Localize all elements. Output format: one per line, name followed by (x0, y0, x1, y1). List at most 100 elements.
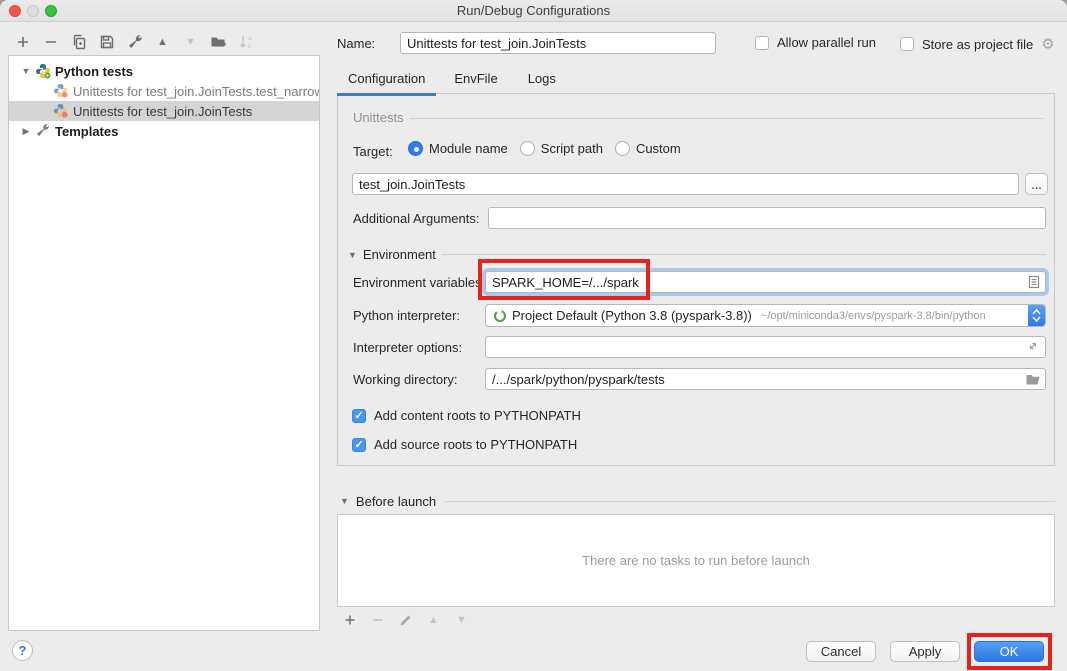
module-name-input[interactable] (352, 173, 1019, 195)
help-button[interactable]: ? (12, 640, 33, 661)
copy-configuration-icon[interactable] (70, 34, 87, 51)
environment-variables-input[interactable] (485, 271, 1046, 293)
move-down-icon (182, 34, 199, 51)
group-separator (442, 254, 1046, 255)
svg-text:z: z (248, 43, 251, 50)
configuration-panel: Unittests Target: Module name Script pat… (337, 93, 1055, 466)
target-radio-group: Module name Script path Custom (408, 141, 693, 156)
conda-environment-icon (493, 309, 507, 323)
radio-label: Script path (541, 141, 603, 156)
chevron-expanded-icon[interactable]: ▼ (21, 66, 31, 76)
group-separator (410, 118, 1044, 119)
sort-configurations-icon: a z (238, 34, 255, 51)
run-debug-configurations-dialog: Run/Debug Configurations (0, 0, 1067, 671)
radio-script-path[interactable]: Script path (520, 141, 603, 156)
add-source-roots-checkbox[interactable]: Add source roots to PYTHONPATH (352, 437, 577, 452)
apply-button[interactable]: Apply (890, 641, 960, 662)
tree-item-unittests-jointests[interactable]: Unittests for test_join.JoinTests (9, 101, 319, 121)
move-task-down-icon (453, 612, 470, 629)
tree-item-label: Templates (55, 124, 118, 139)
before-launch-empty-text: There are no tasks to run before launch (338, 553, 1054, 568)
tree-item-templates[interactable]: ▶ Templates (9, 121, 319, 141)
select-stepper-icon[interactable] (1028, 305, 1045, 326)
allow-parallel-run-label: Allow parallel run (777, 35, 876, 50)
store-as-project-file-label: Store as project file (922, 37, 1033, 52)
move-task-up-icon (425, 612, 442, 629)
allow-parallel-run-checkbox[interactable]: Allow parallel run (755, 35, 876, 50)
group-separator (445, 501, 1055, 502)
python-interpreter-select[interactable]: Project Default (Python 3.8 (pyspark-3.8… (485, 304, 1046, 327)
add-content-roots-checkbox[interactable]: Add content roots to PYTHONPATH (352, 408, 581, 423)
titlebar: Run/Debug Configurations (0, 0, 1067, 22)
interpreter-path: ~/opt/miniconda3/envs/pyspark-3.8/bin/py… (761, 310, 986, 322)
browse-folder-icon[interactable] (1026, 373, 1040, 388)
radio-unselected-icon[interactable] (520, 141, 535, 156)
svg-text:a: a (248, 35, 252, 42)
environment-section-header[interactable]: ▼ Environment (348, 247, 1046, 262)
radio-custom[interactable]: Custom (615, 141, 681, 156)
move-up-icon[interactable] (154, 34, 171, 51)
python-interpreter-label: Python interpreter: (353, 308, 460, 323)
expand-field-icon[interactable] (1027, 340, 1039, 355)
add-configuration-icon[interactable] (14, 34, 31, 51)
radio-selected-icon[interactable] (408, 141, 423, 156)
chevron-collapsed-icon[interactable]: ▶ (21, 126, 31, 137)
name-label: Name: (337, 36, 375, 51)
checkbox-unchecked-icon[interactable] (900, 37, 914, 51)
tree-item-label: Unittests for test_join.JoinTests (73, 104, 252, 119)
python-tests-icon (35, 63, 51, 79)
before-launch-label: Before launch (356, 494, 436, 509)
edit-variables-list-icon[interactable] (1028, 275, 1040, 292)
checkbox-label: Add source roots to PYTHONPATH (374, 437, 577, 452)
new-folder-icon[interactable] (210, 34, 227, 51)
radio-unselected-icon[interactable] (615, 141, 630, 156)
remove-task-icon (369, 612, 386, 629)
checkbox-label: Add content roots to PYTHONPATH (374, 408, 581, 423)
radio-label: Custom (636, 141, 681, 156)
checkbox-checked-icon[interactable] (352, 438, 366, 452)
add-task-icon[interactable] (341, 612, 358, 629)
additional-arguments-input[interactable] (488, 207, 1046, 229)
python-test-config-icon (53, 83, 69, 99)
tree-item-unittests-test-narrow[interactable]: Unittests for test_join.JoinTests.test_n… (9, 81, 319, 101)
interpreter-name: Project Default (Python 3.8 (pyspark-3.8… (512, 308, 752, 323)
name-input[interactable] (400, 32, 716, 54)
before-launch-task-list: There are no tasks to run before launch (337, 514, 1055, 607)
configurations-toolbar: a z (14, 31, 255, 53)
ok-button[interactable]: OK (974, 641, 1044, 662)
environment-variables-label: Environment variables: (353, 275, 485, 290)
tree-item-label: Python tests (55, 64, 133, 79)
environment-group-label: Environment (363, 247, 436, 262)
target-label: Target: (353, 144, 393, 159)
store-as-project-file-checkbox[interactable]: Store as project file ⚙ (900, 35, 1055, 53)
cancel-button[interactable]: Cancel (806, 641, 876, 662)
save-configuration-icon[interactable] (98, 34, 115, 51)
before-launch-toolbar (341, 611, 470, 629)
section-collapse-icon[interactable]: ▼ (348, 250, 357, 260)
radio-label: Module name (429, 141, 508, 156)
python-test-config-icon (53, 103, 69, 119)
tab-envfile[interactable]: EnvFile (443, 69, 508, 93)
remove-configuration-icon[interactable] (42, 34, 59, 51)
interpreter-options-label: Interpreter options: (353, 340, 462, 355)
browse-module-button[interactable]: ... (1025, 173, 1048, 195)
section-collapse-icon[interactable]: ▼ (340, 496, 349, 506)
working-directory-input[interactable] (485, 368, 1046, 390)
tab-configuration[interactable]: Configuration (337, 69, 436, 93)
gear-icon[interactable]: ⚙ (1041, 35, 1054, 53)
before-launch-section-header[interactable]: ▼ Before launch (340, 493, 1055, 509)
edit-templates-icon[interactable] (126, 34, 143, 51)
templates-wrench-icon (35, 123, 51, 139)
tab-logs[interactable]: Logs (517, 69, 567, 93)
working-directory-label: Working directory: (353, 372, 458, 387)
configurations-tree: ▼ Python tests Unittests for test_join.J… (8, 55, 320, 631)
tab-bar: Configuration EnvFile Logs (337, 69, 567, 93)
window-title: Run/Debug Configurations (0, 3, 1067, 18)
edit-task-icon (397, 612, 414, 629)
tree-item-label: Unittests for test_join.JoinTests.test_n… (73, 84, 319, 99)
tree-item-python-tests[interactable]: ▼ Python tests (9, 61, 319, 81)
checkbox-checked-icon[interactable] (352, 409, 366, 423)
radio-module-name[interactable]: Module name (408, 141, 508, 156)
interpreter-options-input[interactable] (485, 336, 1046, 358)
checkbox-unchecked-icon[interactable] (755, 36, 769, 50)
